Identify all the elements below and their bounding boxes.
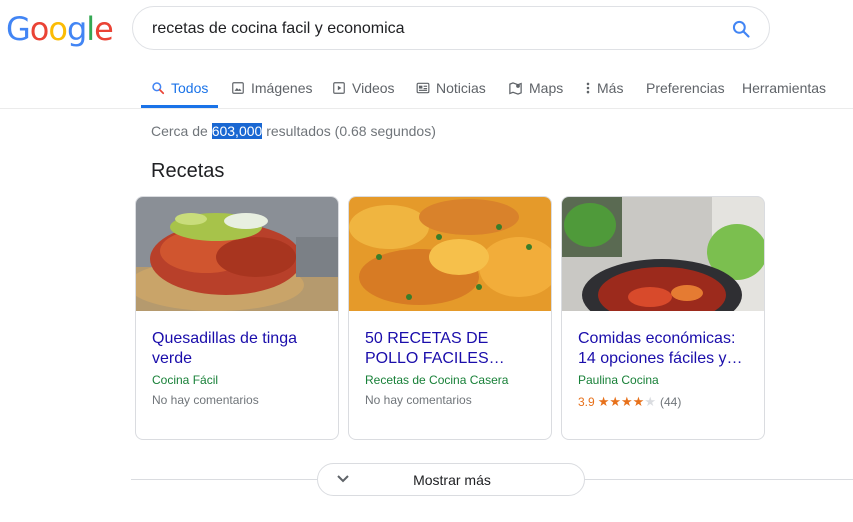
- logo-letter: e: [94, 10, 114, 48]
- recipes-heading: Recetas: [151, 160, 225, 182]
- stats-prefix: Cerca de: [151, 123, 212, 139]
- title-line: Quesadillas de tinga: [152, 330, 297, 347]
- tab-label: Más: [597, 80, 624, 96]
- image-icon: [232, 82, 244, 94]
- tab-mas[interactable]: Más: [585, 68, 623, 108]
- tab-label: Maps: [529, 80, 564, 96]
- title-line: POLLO FACILES…: [365, 350, 505, 367]
- google-logo[interactable]: Google: [6, 10, 114, 48]
- stats-suffix: resultados (0.68 segundos): [262, 123, 436, 139]
- recipe-image-comidas: [562, 197, 764, 311]
- search-tabs: Todos Imágenes Videos Noticias Maps Más …: [0, 68, 853, 109]
- search-box[interactable]: [132, 6, 770, 50]
- news-icon: [416, 82, 430, 94]
- title-line: Comidas económicas:: [578, 330, 736, 347]
- more-vert-icon: [586, 82, 590, 94]
- recipe-card[interactable]: Comidas económicas: 14 opciones fáciles …: [561, 196, 765, 440]
- tab-videos[interactable]: Videos: [332, 68, 395, 108]
- logo-letter: o: [29, 10, 50, 48]
- recipe-title[interactable]: Comidas económicas: 14 opciones fáciles …: [578, 329, 753, 369]
- recipe-card[interactable]: 50 RECETAS DE POLLO FACILES… Recetas de …: [348, 196, 552, 440]
- rating-count: (44): [659, 395, 682, 409]
- recipe-title[interactable]: Quesadillas de tinga verde: [152, 329, 327, 369]
- result-stats: Cerca de 603,000 resultados (0.68 segund…: [151, 123, 436, 139]
- recipe-rating: 3.9 ★★★★★ (44): [578, 394, 681, 410]
- tab-label: Imágenes: [251, 80, 313, 96]
- tab-preferencias[interactable]: Preferencias: [646, 68, 725, 108]
- rating-value: 3.9: [578, 395, 595, 409]
- recipe-source: Recetas de Cocina Casera: [365, 373, 509, 387]
- show-more-button[interactable]: Mostrar más: [317, 463, 585, 496]
- search-input[interactable]: [152, 17, 712, 41]
- tab-maps[interactable]: Maps: [508, 68, 563, 108]
- recipe-title[interactable]: 50 RECETAS DE POLLO FACILES…: [365, 329, 540, 369]
- show-more-label: Mostrar más: [413, 472, 491, 488]
- title-line: verde: [152, 350, 193, 367]
- recipe-image-tinga: [136, 197, 338, 311]
- tab-label: Preferencias: [646, 80, 725, 96]
- stats-count: 603,000: [211, 123, 263, 139]
- recipe-card[interactable]: Quesadillas de tinga verde Cocina Fácil …: [135, 196, 339, 440]
- map-pin-icon: [509, 81, 522, 95]
- tab-label: Noticias: [436, 80, 486, 96]
- play-icon: [333, 82, 345, 94]
- search-icon[interactable]: [731, 19, 751, 39]
- logo-letter: l: [86, 10, 95, 48]
- logo-letter: G: [6, 10, 31, 48]
- tab-label: Herramientas: [742, 80, 827, 96]
- recipe-image-pollo: [349, 197, 551, 311]
- tab-imagenes[interactable]: Imágenes: [231, 68, 312, 108]
- tab-label: Todos: [171, 80, 209, 96]
- recipe-source: Cocina Fácil: [152, 373, 219, 387]
- tab-herramientas[interactable]: Herramientas: [742, 68, 826, 108]
- recipe-comments: No hay comentarios: [152, 393, 259, 407]
- star-rating-icon: ★★★★★: [597, 394, 656, 409]
- recipe-source: Paulina Cocina: [578, 373, 659, 387]
- title-line: 50 RECETAS DE: [365, 330, 489, 347]
- title-line: 14 opciones fáciles y…: [578, 350, 743, 367]
- tab-noticias[interactable]: Noticias: [416, 68, 486, 108]
- tab-label: Videos: [352, 80, 395, 96]
- logo-letter: g: [66, 10, 87, 48]
- tab-todos[interactable]: Todos: [151, 68, 208, 108]
- logo-letter: o: [48, 10, 68, 48]
- active-tab-indicator: [141, 105, 218, 108]
- recipe-comments: No hay comentarios: [365, 393, 472, 407]
- search-icon: [152, 82, 165, 95]
